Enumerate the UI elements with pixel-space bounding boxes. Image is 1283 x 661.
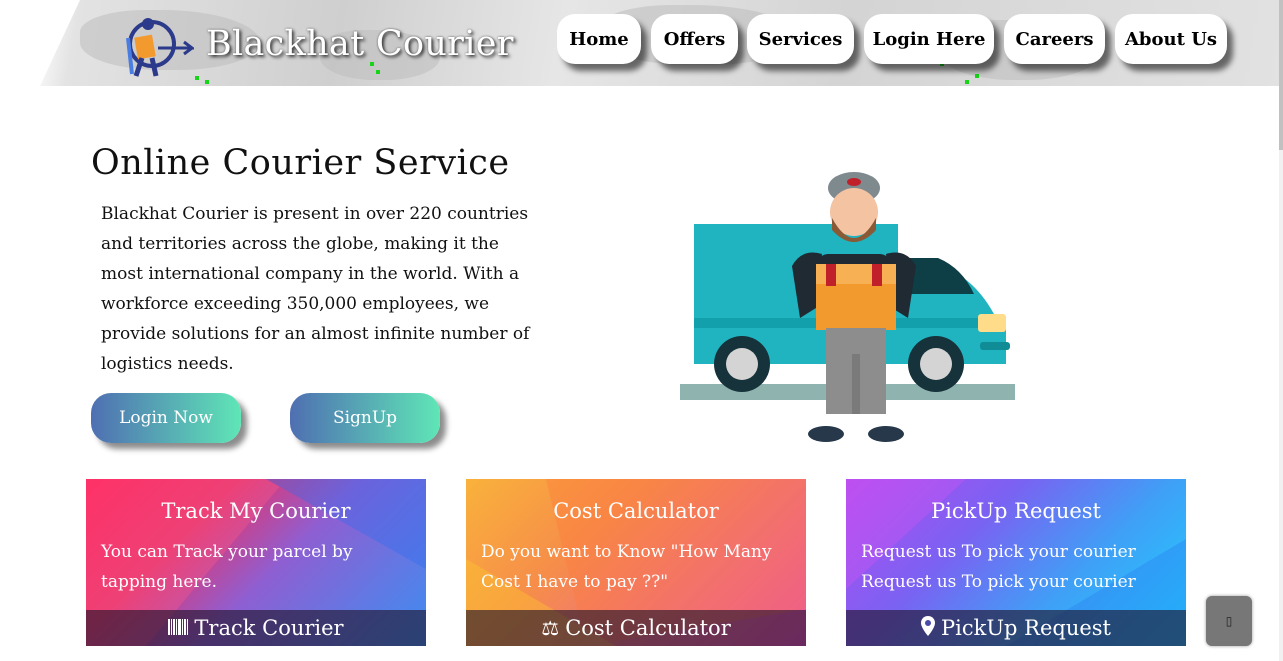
pickup-request-label: PickUp Request [941, 616, 1111, 640]
pickup-request-card[interactable]: PickUp Request Request us To pick your c… [846, 479, 1186, 646]
hero-title: Online Courier Service [91, 143, 510, 183]
pickup-request-button[interactable]: PickUp Request [846, 610, 1186, 646]
track-courier-label: Track Courier [194, 616, 344, 640]
card-text: Request us To pick your courier Request … [861, 542, 1136, 592]
card-title: Track My Courier [161, 499, 351, 523]
cost-calculator-button[interactable]: ⚖ Cost Calculator [466, 610, 806, 646]
nav-offers[interactable]: Offers [651, 14, 738, 64]
card-title: PickUp Request [931, 499, 1101, 523]
page: Blackhat Courier Home Offers Services Lo… [0, 0, 1283, 661]
track-courier-card[interactable]: Track My Courier You can Track your parc… [86, 479, 426, 646]
nav-login-here[interactable]: Login Here [864, 14, 994, 64]
map-marker-icon [921, 615, 935, 641]
arrow-up-icon: ▯ [1225, 614, 1233, 628]
signup-button[interactable]: SignUp [290, 393, 440, 443]
brand-name[interactable]: Blackhat Courier [206, 24, 514, 64]
cost-calculator-card[interactable]: Cost Calculator Do you want to Know "How… [466, 479, 806, 646]
card-text: You can Track your parcel by tapping her… [101, 542, 353, 592]
nav-about-us[interactable]: About Us [1115, 14, 1227, 64]
nav-services[interactable]: Services [747, 14, 854, 64]
hero-description: Blackhat Courier is present in over 220 … [101, 204, 530, 374]
balance-scale-icon: ⚖ [541, 616, 560, 640]
page-scrollbar[interactable] [1279, 0, 1283, 661]
nav-careers[interactable]: Careers [1004, 14, 1105, 64]
nav-home[interactable]: Home [557, 14, 641, 64]
card-title: Cost Calculator [553, 499, 719, 523]
scroll-to-top-button[interactable]: ▯ [1206, 596, 1252, 646]
login-now-button[interactable]: Login Now [91, 393, 241, 443]
card-text: Do you want to Know "How Many Cost I hav… [481, 542, 772, 592]
courier-logo-icon[interactable] [122, 14, 194, 82]
track-courier-button[interactable]: Track Courier [86, 610, 426, 646]
cost-calculator-label: Cost Calculator [565, 616, 731, 640]
barcode-icon [168, 616, 189, 640]
delivery-man-illustration [680, 172, 1015, 442]
scrollbar-thumb[interactable] [1279, 0, 1283, 150]
header: Blackhat Courier Home Offers Services Lo… [0, 0, 1283, 86]
